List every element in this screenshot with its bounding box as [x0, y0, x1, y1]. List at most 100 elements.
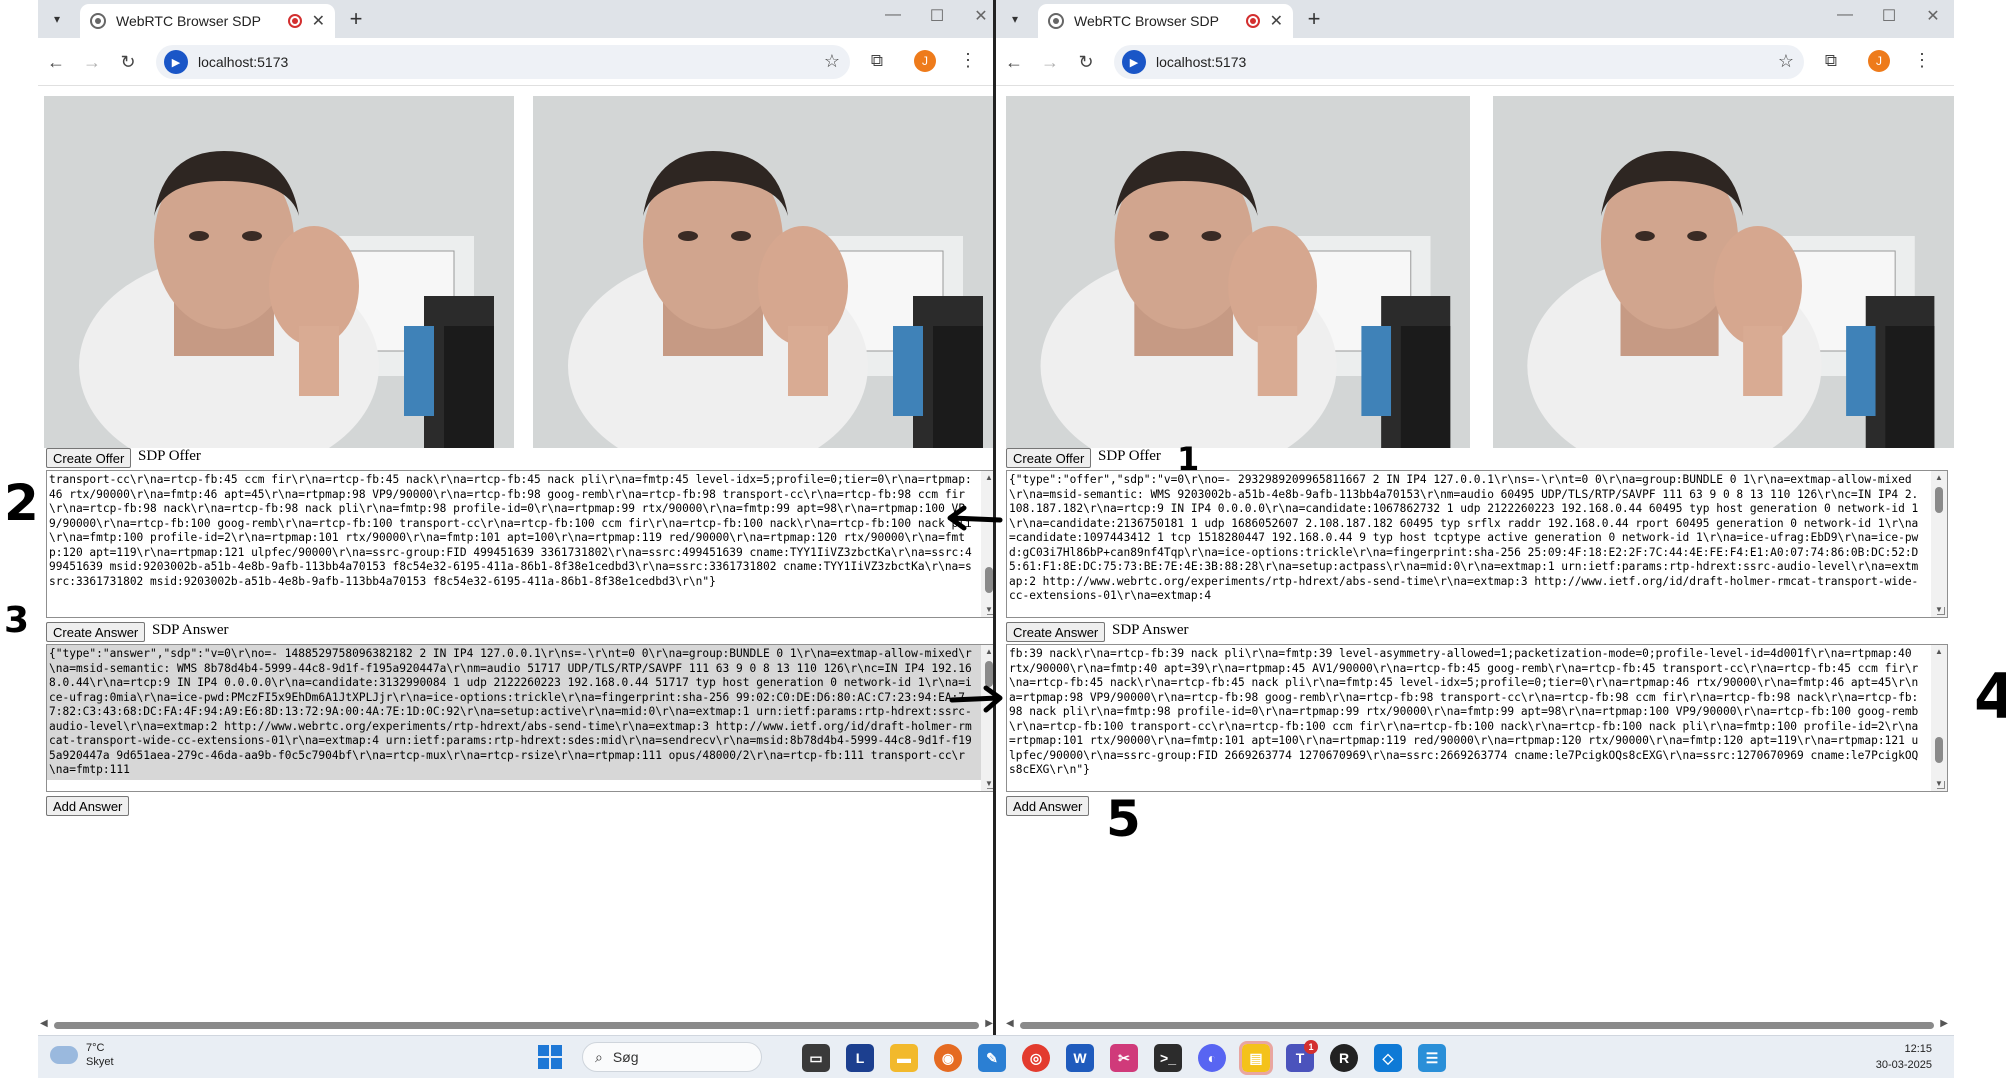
site-info-icon[interactable]: ▶ — [164, 50, 188, 74]
profile-avatar[interactable]: J — [914, 50, 936, 72]
browser-tab[interactable]: WebRTC Browser SDP ✕ — [1038, 4, 1293, 38]
reload-icon[interactable]: ↻ — [116, 50, 140, 74]
tab-search-chevron-icon[interactable]: ▾ — [1002, 6, 1028, 32]
scroll-up-icon[interactable]: ▲ — [1931, 471, 1947, 485]
profile-avatar[interactable]: J — [1868, 50, 1890, 72]
scroll-thumb[interactable] — [1020, 1022, 1934, 1029]
clock-date: 30-03-2025 — [1875, 1059, 1932, 1071]
sdp-answer-text: fb:39 nack\r\na=rtcp-fb:39 nack pli\r\na… — [1009, 647, 1919, 776]
create-offer-button[interactable]: Create Offer — [1006, 448, 1092, 468]
scroll-thumb[interactable] — [1935, 737, 1943, 763]
create-answer-button[interactable]: Create Answer — [1006, 622, 1106, 642]
scroll-right-icon[interactable]: ▶ — [985, 1018, 993, 1029]
paint-icon[interactable]: ✎ — [978, 1044, 1006, 1072]
video-frame — [533, 96, 1003, 448]
clock-time: 12:15 — [1904, 1043, 1932, 1055]
horizontal-scrollbar[interactable]: ◀ ▶ — [38, 1018, 995, 1032]
word-icon[interactable]: W — [1066, 1044, 1094, 1072]
github-icon[interactable]: R — [1330, 1044, 1358, 1072]
extensions-puzzle-icon[interactable]: ⧉ — [866, 51, 888, 73]
discord-icon[interactable]: ◐ — [1198, 1044, 1226, 1072]
new-tab-plus-icon[interactable]: + — [1301, 6, 1327, 32]
forward-arrow-icon[interactable]: → — [80, 50, 104, 74]
system-clock[interactable]: 12:15 30-03-2025 — [1876, 1041, 1932, 1073]
scroll-right-icon[interactable]: ▶ — [1940, 1018, 1948, 1029]
search-placeholder: Søg — [612, 1049, 639, 1065]
firefox-icon[interactable]: ◉ — [934, 1044, 962, 1072]
browser-toolbar: ← → ↻ ▶ localhost:5173 ☆ ⧉ J ⋮ — [38, 38, 1001, 86]
tab-title: WebRTC Browser SDP — [1074, 13, 1219, 29]
sdp-answer-textarea[interactable]: {"type":"answer","sdp":"v=0\r\no=- 14885… — [46, 644, 998, 792]
snipping-tool-icon[interactable]: ✂ — [1110, 1044, 1138, 1072]
taskbar-search-box[interactable]: ⌕ Søg — [582, 1042, 762, 1072]
bookmark-star-icon[interactable]: ☆ — [824, 51, 840, 72]
sdp-offer-textarea[interactable]: {"type":"offer","sdp":"v=0\r\no=- 293298… — [1006, 470, 1948, 618]
annotation-arrow-right-icon — [949, 685, 1003, 713]
l-app-icon[interactable]: L — [846, 1044, 874, 1072]
add-answer-button[interactable]: Add Answer — [1006, 796, 1090, 816]
extensions-puzzle-icon[interactable]: ⧉ — [1820, 51, 1842, 73]
annotation-number-4: 4 — [1974, 660, 2006, 733]
annotation-number-2: 2 — [4, 474, 39, 532]
bookmark-star-icon[interactable]: ☆ — [1778, 51, 1794, 72]
tab-close-icon[interactable]: ✕ — [1270, 11, 1283, 31]
tab-close-icon[interactable]: ✕ — [312, 11, 325, 31]
task-view-icon[interactable]: ▭ — [802, 1044, 830, 1072]
resize-handle-icon[interactable] — [1937, 781, 1945, 789]
file-explorer-icon[interactable]: ▬ — [890, 1044, 918, 1072]
recording-indicator-icon — [1245, 14, 1260, 28]
window-close-icon[interactable]: ✕ — [966, 6, 996, 26]
scroll-left-icon[interactable]: ◀ — [40, 1018, 48, 1029]
textarea-scrollbar[interactable]: ▲ ▼ — [1931, 645, 1947, 791]
resize-handle-icon[interactable] — [1937, 607, 1945, 615]
weather-widget[interactable]: 7°C Skyet — [50, 1041, 114, 1069]
textarea-scrollbar[interactable]: ▲ ▼ — [1931, 471, 1947, 617]
teams-badge: 1 — [1304, 1040, 1318, 1054]
terminal-icon[interactable]: >_ — [1154, 1044, 1182, 1072]
webrtc-favicon-icon — [1048, 13, 1064, 29]
sdp-offer-label: SDP Offer — [138, 448, 201, 464]
minimize-icon[interactable]: — — [1830, 6, 1860, 24]
horizontal-scrollbar[interactable]: ◀ ▶ — [1004, 1018, 1950, 1032]
video-frame — [1006, 96, 1470, 448]
scroll-thumb[interactable] — [54, 1022, 979, 1029]
scroll-thumb[interactable] — [985, 567, 993, 593]
cloud-icon — [50, 1046, 78, 1064]
chrome-icon[interactable]: ◎ — [1022, 1044, 1050, 1072]
forward-arrow-icon[interactable]: → — [1038, 50, 1062, 74]
tab-search-chevron-icon[interactable]: ▾ — [44, 6, 70, 32]
sdp-offer-text: transport-cc\r\na=rtcp-fb:45 ccm fir\r\n… — [49, 473, 972, 588]
address-bar[interactable]: ▶ localhost:5173 ☆ — [1114, 45, 1804, 79]
browser-toolbar: ← → ↻ ▶ localhost:5173 ☆ ⧉ J ⋮ — [996, 38, 1954, 86]
browser-window-left: ▾ WebRTC Browser SDP ✕ + — ☐ ✕ ← → ↻ ▶ l… — [38, 0, 1003, 1035]
browser-tab[interactable]: WebRTC Browser SDP ✕ — [80, 4, 335, 38]
vscode-icon[interactable]: ◇ — [1374, 1044, 1402, 1072]
back-arrow-icon[interactable]: ← — [1002, 50, 1026, 74]
window-close-icon[interactable]: ✕ — [1918, 6, 1948, 26]
scroll-left-icon[interactable]: ◀ — [1006, 1018, 1014, 1029]
more-menu-icon[interactable]: ⋮ — [1912, 50, 1932, 71]
more-menu-icon[interactable]: ⋮ — [958, 50, 978, 71]
scroll-up-icon[interactable]: ▲ — [1931, 645, 1947, 659]
sdp-offer-textarea[interactable]: transport-cc\r\na=rtcp-fb:45 ccm fir\r\n… — [46, 470, 998, 618]
annotation-number-3: 3 — [4, 600, 30, 641]
notepad-icon[interactable]: ☰ — [1418, 1044, 1446, 1072]
url-text: localhost:5173 — [1156, 54, 1247, 70]
create-answer-button[interactable]: Create Answer — [46, 622, 146, 642]
add-answer-button[interactable]: Add Answer — [46, 796, 130, 816]
maximize-icon[interactable]: ☐ — [1874, 6, 1904, 26]
new-tab-plus-icon[interactable]: + — [343, 6, 369, 32]
windows-start-icon[interactable] — [538, 1045, 562, 1069]
sticky-notes-icon[interactable]: ▤ — [1239, 1041, 1273, 1075]
minimize-icon[interactable]: — — [878, 6, 908, 24]
maximize-icon[interactable]: ☐ — [922, 6, 952, 26]
scroll-thumb[interactable] — [1935, 487, 1943, 513]
address-bar[interactable]: ▶ localhost:5173 ☆ — [156, 45, 850, 79]
reload-icon[interactable]: ↻ — [1074, 50, 1098, 74]
local-video — [1006, 96, 1470, 448]
back-arrow-icon[interactable]: ← — [44, 50, 68, 74]
teams-icon[interactable]: T1 — [1286, 1040, 1318, 1072]
create-offer-button[interactable]: Create Offer — [46, 448, 132, 468]
site-info-icon[interactable]: ▶ — [1122, 50, 1146, 74]
sdp-answer-textarea[interactable]: fb:39 nack\r\na=rtcp-fb:39 nack pli\r\na… — [1006, 644, 1948, 792]
